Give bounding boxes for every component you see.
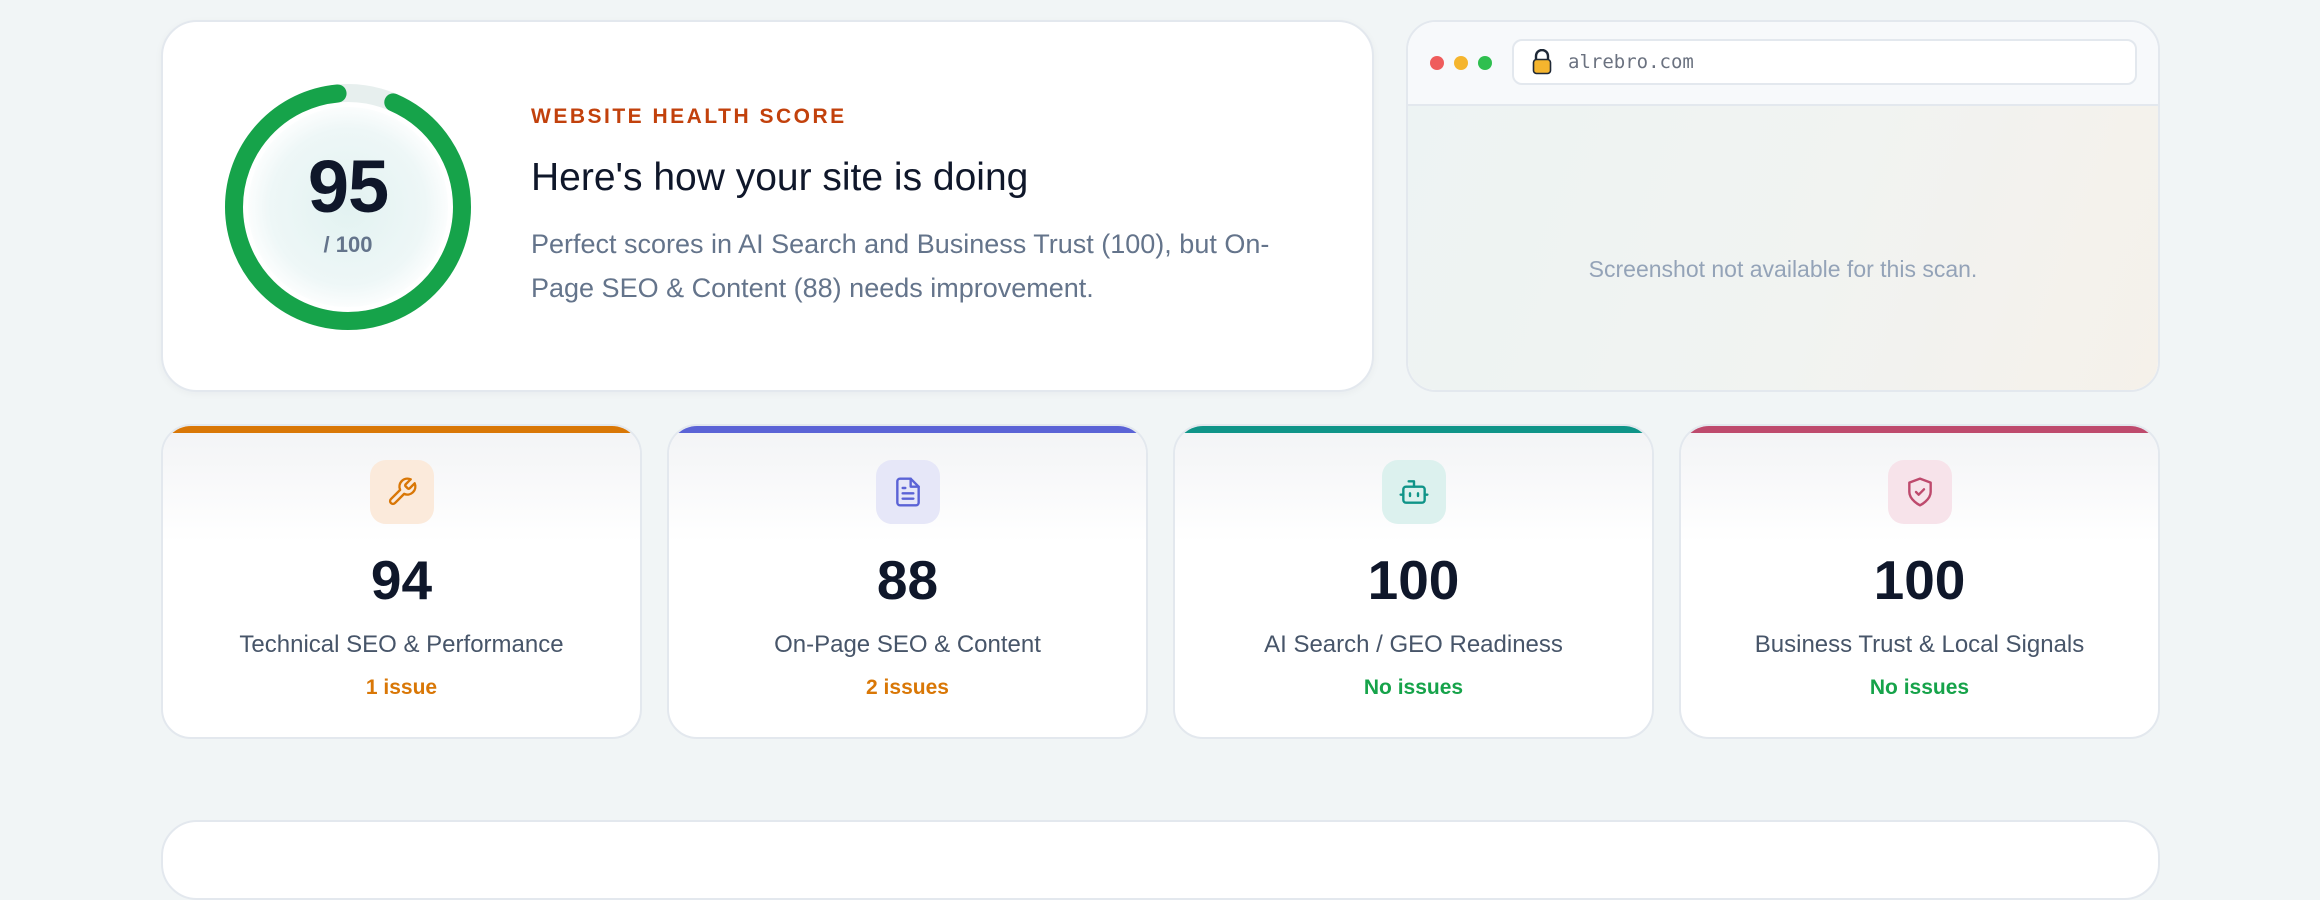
category-name: AI Search / GEO Readiness bbox=[1264, 631, 1563, 658]
window-minimize-dot bbox=[1454, 56, 1468, 70]
robot-icon bbox=[1382, 460, 1446, 524]
category-issue-status: 1 issue bbox=[365, 676, 438, 699]
health-score-description: Perfect scores in AI Search and Business… bbox=[531, 229, 1270, 303]
url-bar: alrebro.com bbox=[1512, 39, 2137, 85]
category-score: 100 bbox=[1873, 549, 1966, 611]
lock-icon bbox=[1532, 48, 1552, 80]
category-name: Technical SEO & Performance bbox=[239, 631, 564, 658]
health-score-eyebrow: WEBSITE HEALTH SCORE bbox=[531, 105, 847, 128]
health-score-max: / 100 bbox=[323, 232, 373, 257]
category-card-business-trust[interactable]: 100 Business Trust & Local Signals No is… bbox=[1679, 424, 2160, 739]
wrench-icon bbox=[370, 460, 434, 524]
category-card-on-page-seo[interactable]: 88 On-Page SEO & Content 2 issues bbox=[667, 424, 1148, 739]
category-accent-bar bbox=[1681, 426, 2158, 433]
category-score: 88 bbox=[876, 549, 939, 611]
health-score-value: 95 bbox=[307, 145, 389, 228]
category-issue-status: 2 issues bbox=[866, 676, 949, 699]
category-score: 94 bbox=[370, 549, 433, 611]
category-name: Business Trust & Local Signals bbox=[1754, 631, 2085, 658]
document-icon bbox=[876, 460, 940, 524]
health-score-heading: Here's how your site is doing bbox=[531, 156, 1029, 199]
category-accent-bar bbox=[1175, 426, 1652, 433]
health-score-gauge: 95 / 100 bbox=[223, 82, 473, 332]
screenshot-preview-card: alrebro.com Screenshot not available for… bbox=[1406, 20, 2160, 392]
category-card-ai-search[interactable]: 100 AI Search / GEO Readiness No issues bbox=[1173, 424, 1654, 739]
category-card-technical-seo[interactable]: 94 Technical SEO & Performance 1 issue bbox=[161, 424, 642, 739]
url-text: alrebro.com bbox=[1568, 51, 1694, 73]
category-name: On-Page SEO & Content bbox=[774, 631, 1041, 658]
shield-check-icon bbox=[1888, 460, 1952, 524]
health-score-card: 95 / 100 WEBSITE HEALTH SCORE Here's how… bbox=[161, 20, 1374, 392]
category-issue-status: No issues bbox=[1363, 676, 1464, 699]
screenshot-unavailable-message: Screenshot not available for this scan. bbox=[1588, 256, 1978, 282]
category-accent-bar bbox=[669, 426, 1146, 433]
screenshot-placeholder: Screenshot not available for this scan. bbox=[1408, 106, 2158, 390]
category-score: 100 bbox=[1367, 549, 1460, 611]
category-accent-bar bbox=[163, 426, 640, 433]
window-maximize-dot bbox=[1478, 56, 1492, 70]
category-issue-status: No issues bbox=[1869, 676, 1970, 699]
window-close-dot bbox=[1430, 56, 1444, 70]
browser-chrome-bar: alrebro.com bbox=[1408, 22, 2158, 106]
bottom-section-card bbox=[161, 820, 2160, 900]
